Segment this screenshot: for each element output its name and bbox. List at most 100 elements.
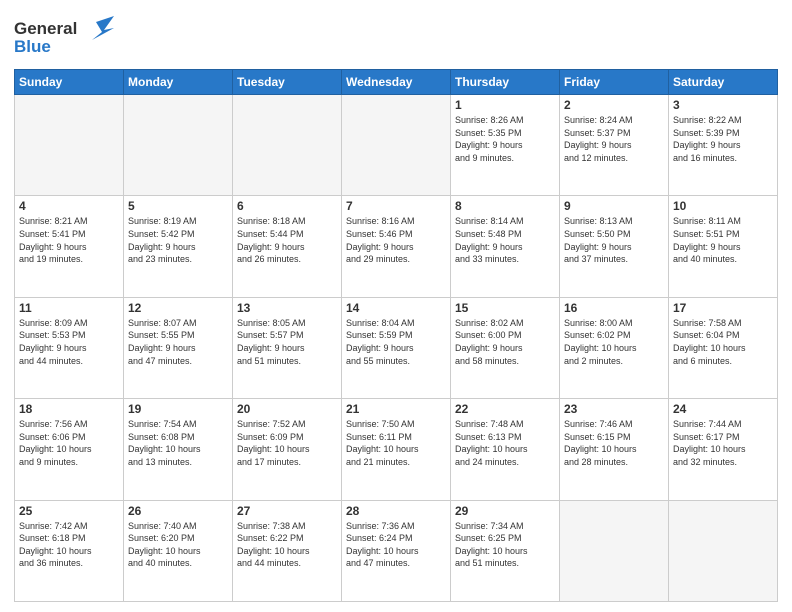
day-info: Sunrise: 8:05 AM Sunset: 5:57 PM Dayligh… [237,317,337,367]
day-info: Sunrise: 8:13 AM Sunset: 5:50 PM Dayligh… [564,215,664,265]
day-number: 17 [673,301,773,315]
calendar-cell: 5 Sunrise: 8:19 AM Sunset: 5:42 PM Daylig… [124,196,233,297]
page: General Blue Sunday Monday Tuesday Wedne… [0,0,792,612]
day-info: Sunrise: 8:19 AM Sunset: 5:42 PM Dayligh… [128,215,228,265]
calendar-cell [669,500,778,601]
calendar-cell: 16Sunrise: 8:00 AM Sunset: 6:02 PM Dayli… [560,297,669,398]
calendar-cell: 24 Sunrise: 7:44 AM Sunset: 6:17 PM Dayli… [669,399,778,500]
day-info: Sunrise: 7:48 AM Sunset: 6:13 PM Dayligh… [455,418,555,468]
logo: General Blue [14,14,114,63]
day-number: 23 [564,402,664,416]
calendar-cell [15,95,124,196]
calendar-cell: 6 Sunrise: 8:18 AM Sunset: 5:44 PM Daylig… [233,196,342,297]
day-info: Sunrise: 7:34 AM Sunset: 6:25 PM Dayligh… [455,520,555,570]
calendar-week-row: 1 Sunrise: 8:26 AM Sunset: 5:35 PM Daylig… [15,95,778,196]
calendar-cell: 4Sunrise: 8:21 AM Sunset: 5:41 PM Daylig… [15,196,124,297]
calendar-cell: 2 Sunrise: 8:24 AM Sunset: 5:37 PM Daylig… [560,95,669,196]
calendar-cell: 20 Sunrise: 7:52 AM Sunset: 6:09 PM Dayli… [233,399,342,500]
day-info: Sunrise: 7:50 AM Sunset: 6:11 PM Dayligh… [346,418,446,468]
day-info: Sunrise: 8:22 AM Sunset: 5:39 PM Dayligh… [673,114,773,164]
calendar-week-row: 4Sunrise: 8:21 AM Sunset: 5:41 PM Daylig… [15,196,778,297]
day-number: 1 [455,98,555,112]
calendar-cell: 23 Sunrise: 7:46 AM Sunset: 6:15 PM Dayli… [560,399,669,500]
day-number: 13 [237,301,337,315]
header-monday: Monday [124,70,233,95]
svg-text:Blue: Blue [14,37,51,56]
day-info: Sunrise: 8:26 AM Sunset: 5:35 PM Dayligh… [455,114,555,164]
day-info: Sunrise: 8:18 AM Sunset: 5:44 PM Dayligh… [237,215,337,265]
day-number: 24 [673,402,773,416]
calendar-cell: 12 Sunrise: 8:07 AM Sunset: 5:55 PM Dayli… [124,297,233,398]
calendar-cell [560,500,669,601]
day-number: 16 [564,301,664,315]
day-info: Sunrise: 8:07 AM Sunset: 5:55 PM Dayligh… [128,317,228,367]
day-info: Sunrise: 7:58 AM Sunset: 6:04 PM Dayligh… [673,317,773,367]
calendar-cell: 22 Sunrise: 7:48 AM Sunset: 6:13 PM Dayli… [451,399,560,500]
day-number: 6 [237,199,337,213]
calendar-cell: 1 Sunrise: 8:26 AM Sunset: 5:35 PM Daylig… [451,95,560,196]
header-friday: Friday [560,70,669,95]
day-info: Sunrise: 7:38 AM Sunset: 6:22 PM Dayligh… [237,520,337,570]
day-info: Sunrise: 8:09 AM Sunset: 5:53 PM Dayligh… [19,317,119,367]
calendar-cell: 8Sunrise: 8:14 AM Sunset: 5:48 PM Daylig… [451,196,560,297]
calendar-cell: 13 Sunrise: 8:05 AM Sunset: 5:57 PM Dayli… [233,297,342,398]
calendar-cell: 28 Sunrise: 7:36 AM Sunset: 6:24 PM Dayli… [342,500,451,601]
calendar-cell [233,95,342,196]
day-number: 5 [128,199,228,213]
day-number: 28 [346,504,446,518]
day-info: Sunrise: 7:40 AM Sunset: 6:20 PM Dayligh… [128,520,228,570]
day-info: Sunrise: 8:21 AM Sunset: 5:41 PM Dayligh… [19,215,119,265]
calendar-cell: 15Sunrise: 8:02 AM Sunset: 6:00 PM Dayli… [451,297,560,398]
day-number: 26 [128,504,228,518]
calendar-cell: 10 Sunrise: 8:11 AM Sunset: 5:51 PM Dayli… [669,196,778,297]
calendar-cell: 9 Sunrise: 8:13 AM Sunset: 5:50 PM Daylig… [560,196,669,297]
header-saturday: Saturday [669,70,778,95]
calendar-week-row: 18Sunrise: 7:56 AM Sunset: 6:06 PM Dayli… [15,399,778,500]
calendar-week-row: 25Sunrise: 7:42 AM Sunset: 6:18 PM Dayli… [15,500,778,601]
calendar-cell: 18Sunrise: 7:56 AM Sunset: 6:06 PM Dayli… [15,399,124,500]
calendar-cell: 25Sunrise: 7:42 AM Sunset: 6:18 PM Dayli… [15,500,124,601]
day-info: Sunrise: 7:36 AM Sunset: 6:24 PM Dayligh… [346,520,446,570]
day-info: Sunrise: 7:44 AM Sunset: 6:17 PM Dayligh… [673,418,773,468]
day-info: Sunrise: 8:24 AM Sunset: 5:37 PM Dayligh… [564,114,664,164]
calendar-cell: 19Sunrise: 7:54 AM Sunset: 6:08 PM Dayli… [124,399,233,500]
calendar-cell: 17 Sunrise: 7:58 AM Sunset: 6:04 PM Dayli… [669,297,778,398]
day-number: 21 [346,402,446,416]
calendar-header-row: Sunday Monday Tuesday Wednesday Thursday… [15,70,778,95]
header-wednesday: Wednesday [342,70,451,95]
calendar-cell: 14Sunrise: 8:04 AM Sunset: 5:59 PM Dayli… [342,297,451,398]
calendar-cell [124,95,233,196]
day-number: 18 [19,402,119,416]
calendar-cell: 3 Sunrise: 8:22 AM Sunset: 5:39 PM Daylig… [669,95,778,196]
day-number: 20 [237,402,337,416]
day-number: 10 [673,199,773,213]
calendar-cell: 26 Sunrise: 7:40 AM Sunset: 6:20 PM Dayli… [124,500,233,601]
day-number: 9 [564,199,664,213]
day-number: 12 [128,301,228,315]
day-number: 29 [455,504,555,518]
day-info: Sunrise: 8:16 AM Sunset: 5:46 PM Dayligh… [346,215,446,265]
day-number: 3 [673,98,773,112]
header-tuesday: Tuesday [233,70,342,95]
day-number: 11 [19,301,119,315]
day-number: 22 [455,402,555,416]
day-info: Sunrise: 7:46 AM Sunset: 6:15 PM Dayligh… [564,418,664,468]
day-info: Sunrise: 8:11 AM Sunset: 5:51 PM Dayligh… [673,215,773,265]
header-thursday: Thursday [451,70,560,95]
calendar-week-row: 11 Sunrise: 8:09 AM Sunset: 5:53 PM Dayli… [15,297,778,398]
header: General Blue [14,10,778,63]
day-info: Sunrise: 8:14 AM Sunset: 5:48 PM Dayligh… [455,215,555,265]
calendar-cell: 11 Sunrise: 8:09 AM Sunset: 5:53 PM Dayli… [15,297,124,398]
day-info: Sunrise: 7:42 AM Sunset: 6:18 PM Dayligh… [19,520,119,570]
day-number: 14 [346,301,446,315]
day-info: Sunrise: 7:52 AM Sunset: 6:09 PM Dayligh… [237,418,337,468]
day-number: 19 [128,402,228,416]
calendar-cell: 29 Sunrise: 7:34 AM Sunset: 6:25 PM Dayli… [451,500,560,601]
svg-text:General: General [14,19,77,38]
day-number: 27 [237,504,337,518]
calendar-cell: 7Sunrise: 8:16 AM Sunset: 5:46 PM Daylig… [342,196,451,297]
calendar-table: Sunday Monday Tuesday Wednesday Thursday… [14,69,778,602]
day-info: Sunrise: 8:02 AM Sunset: 6:00 PM Dayligh… [455,317,555,367]
calendar-cell: 27 Sunrise: 7:38 AM Sunset: 6:22 PM Dayli… [233,500,342,601]
day-number: 2 [564,98,664,112]
